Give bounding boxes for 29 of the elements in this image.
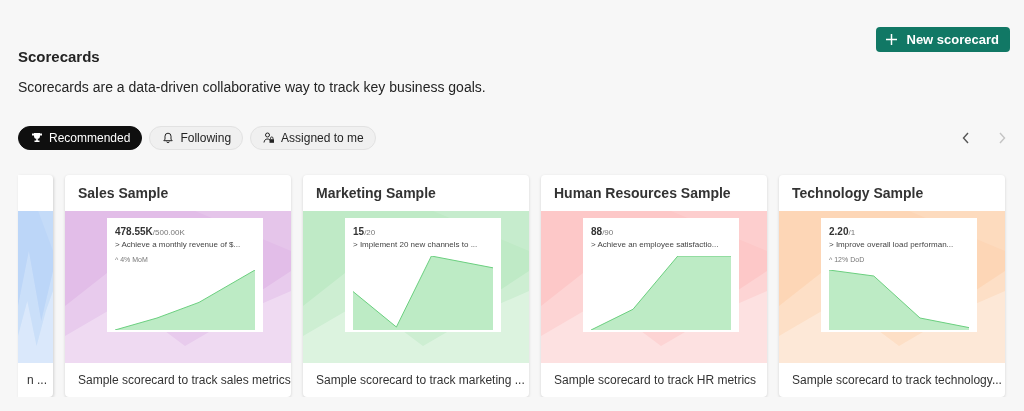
card-description: n ... — [26, 372, 48, 389]
goal-name: > Achieve an employee satisfactio... — [591, 239, 720, 250]
trophy-icon — [31, 132, 43, 144]
page-title: Scorecards — [18, 47, 100, 67]
page-description: Scorecards are a data-driven collaborative way to track key business goals. — [18, 78, 487, 97]
filter-tab[interactable]: Following — [149, 126, 244, 150]
new-scorecard-button[interactable]: New scorecard — [875, 27, 1010, 52]
bell-icon — [162, 132, 175, 144]
goal-name: > Implement 20 new channels to ... — [353, 239, 479, 250]
goal-value: 15/20 — [353, 226, 377, 239]
goal-name: > Achieve a monthly revenue of $... — [115, 239, 242, 250]
filter-tab[interactable]: Recommended — [18, 126, 143, 150]
card-description: Sample scorecard to track sales metrics — [77, 372, 291, 389]
chevron-right-icon — [998, 132, 1006, 144]
card-title[interactable]: Marketing Sample — [303, 175, 529, 211]
person-lock-icon — [263, 132, 276, 144]
card-description: Sample scorecard to track technology... — [791, 372, 1003, 389]
card-title[interactable]: Human Resources Sample — [541, 175, 767, 211]
card-title[interactable]: Sales Sample — [65, 175, 291, 211]
card-title[interactable]: Technology Sample — [779, 175, 1005, 211]
plus-icon — [885, 34, 897, 45]
goal-value: 88/90 — [591, 226, 615, 239]
goal-name: > Improve overall load performan... — [829, 239, 955, 250]
filter-tab[interactable]: Assigned to me — [250, 126, 376, 150]
goal-value: 2.20/1 — [829, 226, 857, 239]
card-description: Sample scorecard to track marketing ... — [315, 372, 526, 389]
chevron-left-icon — [962, 132, 970, 144]
goal-value: 478.55K/500.00K — [115, 226, 186, 239]
card-description: Sample scorecard to track HR metrics — [553, 372, 758, 389]
